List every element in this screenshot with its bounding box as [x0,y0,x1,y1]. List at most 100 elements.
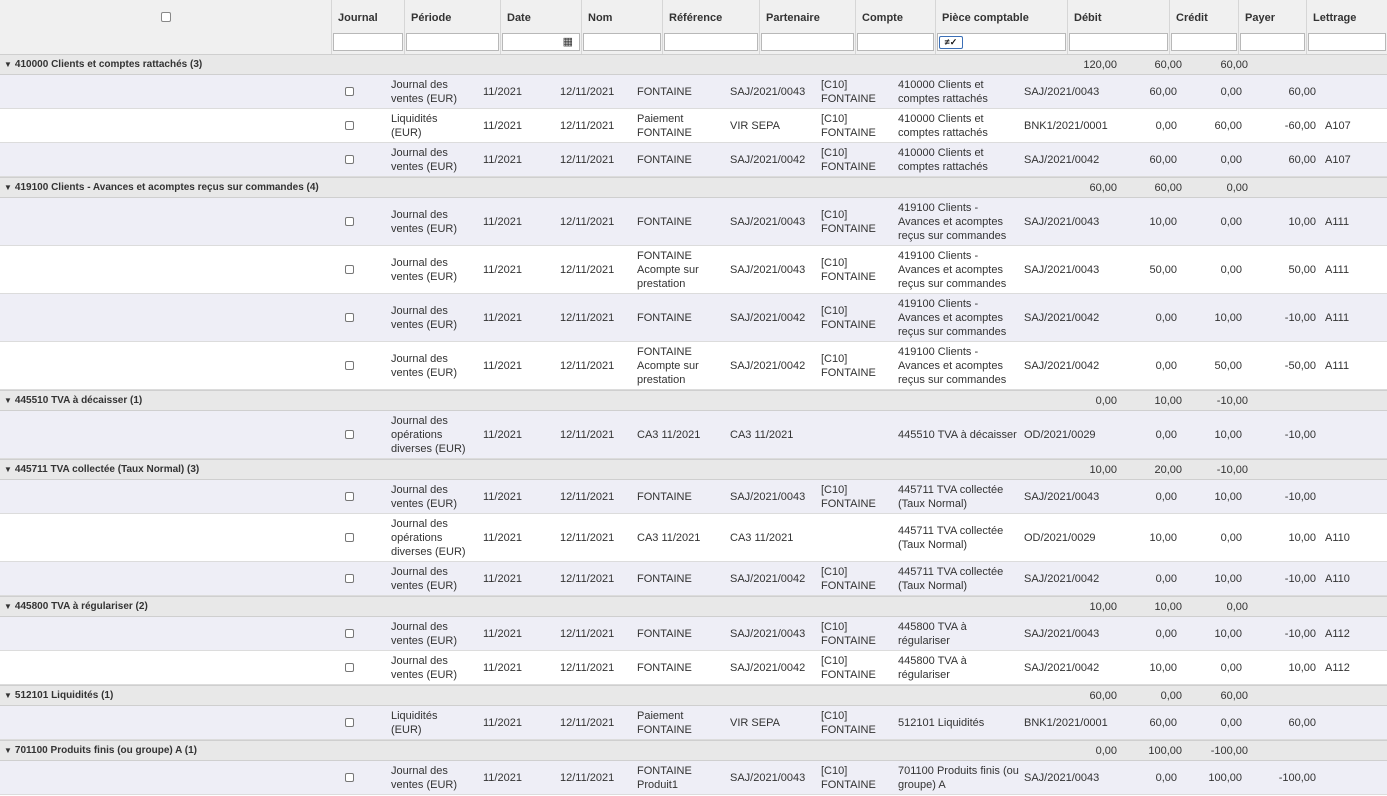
filter-reference-input[interactable] [664,33,758,51]
collapse-triangle-icon[interactable]: ▼ [4,746,12,755]
table-row[interactable]: Journal des ventes (EUR) 11/2021 12/11/202… [0,562,1387,596]
cell-journal: Journal des ventes (EUR) [391,566,458,592]
header-periode[interactable]: Période [405,0,501,54]
cell-periode: 11/2021 [483,216,522,228]
group-label: ▼ 419100 Clients - Avances et acomptes re… [4,182,319,193]
filter-piece-input[interactable]: ≠✓ [937,33,1066,51]
cell-nom: FONTAINE [637,628,692,640]
header-credit[interactable]: Crédit [1170,0,1239,54]
group-header[interactable]: ▼ 410000 Clients et comptes rattachés (3)… [0,54,1387,75]
table-row[interactable]: Journal des ventes (EUR) 11/2021 12/11/202… [0,294,1387,342]
cell-debit: 10,00 [1149,216,1177,228]
cell-payer: 50,00 [1288,264,1316,276]
table-row[interactable]: Liquidités (EUR) 11/2021 12/11/2021 Paiemen… [0,109,1387,143]
row-checkbox[interactable] [345,629,354,638]
filter-date-input[interactable]: ▦ [502,33,580,51]
filter-periode-input[interactable] [406,33,499,51]
cell-compte: 445800 TVA à régulariser [898,621,967,647]
cell-periode: 11/2021 [483,360,522,372]
row-checkbox[interactable] [345,155,354,164]
filter-partenaire-input[interactable] [761,33,854,51]
group-header[interactable]: ▼ 419100 Clients - Avances et acomptes re… [0,177,1387,198]
table-row[interactable]: Journal des ventes (EUR) 11/2021 12/11/202… [0,246,1387,294]
group-label: ▼ 445711 TVA collectée (Taux Normal) (3) [4,464,199,475]
cell-credit: 10,00 [1214,573,1242,585]
filter-debit-input[interactable] [1069,33,1168,51]
cell-piece: SAJ/2021/0043 [1024,264,1100,276]
group-title: 445800 TVA à régulariser (2) [14,601,148,612]
collapse-triangle-icon[interactable]: ▼ [4,465,12,474]
table-row[interactable]: Journal des ventes (EUR) 11/2021 12/11/202… [0,480,1387,514]
header-date[interactable]: Date ▦ [501,0,582,54]
cell-payer: -100,00 [1278,772,1316,784]
collapse-triangle-icon[interactable]: ▼ [4,183,12,192]
row-checkbox[interactable] [345,492,354,501]
header-lettrage[interactable]: Lettrage [1307,0,1387,54]
header-journal[interactable]: Journal [332,0,405,54]
group-header[interactable]: ▼ 445800 TVA à régulariser (2) 10,00 10,00 0… [0,596,1387,617]
filter-operator-select[interactable]: ≠✓ [939,36,963,49]
row-checkbox[interactable] [345,430,354,439]
header-debit[interactable]: Débit [1068,0,1170,54]
group-header[interactable]: ▼ 445711 TVA collectée (Taux Normal) (3) 1… [0,459,1387,480]
row-checkbox[interactable] [345,265,354,274]
group-total-debit: 0,00 [1095,745,1117,757]
cell-periode: 11/2021 [483,717,522,729]
cell-journal: Liquidités (EUR) [391,710,438,736]
cell-periode: 11/2021 [483,429,522,441]
cell-journal: Journal des opérations diverses (EUR) [391,518,466,558]
cell-ref: SAJ/2021/0043 [730,216,806,228]
row-checkbox[interactable] [345,121,354,130]
table-row[interactable]: Journal des ventes (EUR) 11/2021 12/11/202… [0,143,1387,177]
header-payer[interactable]: Payer [1239,0,1307,54]
cell-nom: FONTAINE [637,491,692,503]
table-row[interactable]: Journal des opérations diverses (EUR) 11/… [0,411,1387,459]
collapse-triangle-icon[interactable]: ▼ [4,691,12,700]
table-row[interactable]: Journal des ventes (EUR) 11/2021 12/11/202… [0,75,1387,109]
row-checkbox[interactable] [345,87,354,96]
cell-partenaire: [C10] FONTAINE [821,147,876,173]
row-checkbox[interactable] [345,533,354,542]
header-compte[interactable]: Compte [856,0,936,54]
header-piece[interactable]: Pièce comptable ≠✓ [936,0,1068,54]
collapse-triangle-icon[interactable]: ▼ [4,60,12,69]
filter-compte-input[interactable] [857,33,934,51]
header-partenaire[interactable]: Partenaire [760,0,856,54]
filter-credit-input[interactable] [1171,33,1237,51]
row-checkbox[interactable] [345,663,354,672]
filter-payer-input[interactable] [1240,33,1305,51]
group-total-solde: 0,00 [1226,182,1248,194]
cell-compte: 445711 TVA collectée (Taux Normal) [898,484,1004,510]
table-row[interactable]: Liquidités (EUR) 11/2021 12/11/2021 Paiemen… [0,706,1387,740]
header-nom[interactable]: Nom [582,0,663,54]
table-row[interactable]: Journal des ventes (EUR) 11/2021 12/11/202… [0,198,1387,246]
table-row[interactable]: Journal des ventes (EUR) 11/2021 12/11/202… [0,761,1387,795]
cell-date: 12/11/2021 [560,491,615,503]
table-row[interactable]: Journal des opérations diverses (EUR) 11/… [0,514,1387,562]
header-lettrage-label: Lettrage [1313,12,1357,24]
cell-periode: 11/2021 [483,120,522,132]
filter-lettrage-input[interactable] [1308,33,1386,51]
row-checkbox[interactable] [345,313,354,322]
group-header[interactable]: ▼ 512101 Liquidités (1) 60,00 0,00 60,00 [0,685,1387,706]
row-checkbox[interactable] [345,773,354,782]
row-checkbox[interactable] [345,718,354,727]
table-row[interactable]: Journal des ventes (EUR) 11/2021 12/11/202… [0,651,1387,685]
table-row[interactable]: Journal des ventes (EUR) 11/2021 12/11/202… [0,617,1387,651]
calendar-icon[interactable]: ▦ [563,35,573,48]
select-all-checkbox[interactable] [160,12,171,22]
filter-nom-input[interactable] [583,33,661,51]
cell-credit: 10,00 [1214,628,1242,640]
row-checkbox[interactable] [345,217,354,226]
table-row[interactable]: Journal des ventes (EUR) 11/2021 12/11/202… [0,342,1387,390]
row-checkbox[interactable] [345,361,354,370]
filter-journal-input[interactable] [333,33,403,51]
row-checkbox[interactable] [345,574,354,583]
collapse-triangle-icon[interactable]: ▼ [4,602,12,611]
group-total-solde: 60,00 [1220,690,1248,702]
header-reference[interactable]: Référence [663,0,760,54]
group-header[interactable]: ▼ 445510 TVA à décaisser (1) 0,00 10,00 -10,… [0,390,1387,411]
cell-lettrage: A111 [1325,312,1350,324]
collapse-triangle-icon[interactable]: ▼ [4,396,12,405]
group-header[interactable]: ▼ 701100 Produits finis (ou groupe) A (1)… [0,740,1387,761]
